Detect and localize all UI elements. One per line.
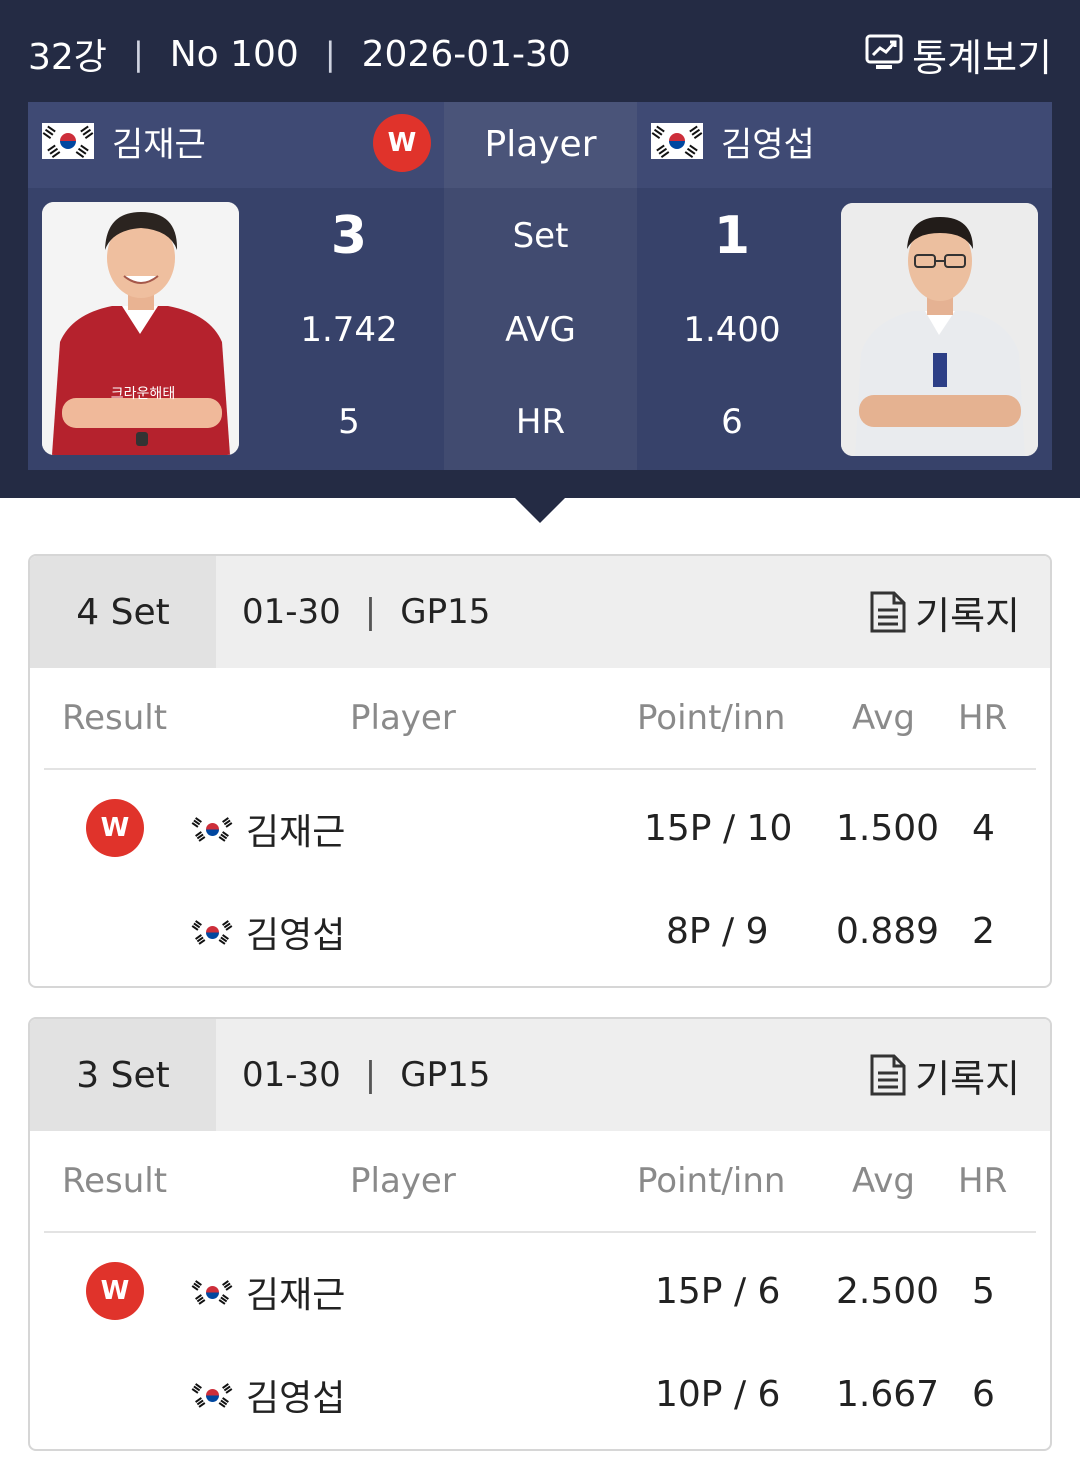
set-venue: GP15 <box>400 1055 491 1095</box>
set-card: 3 Set 01-30 | GP15 기록지 Result Player Poi… <box>28 1017 1052 1451</box>
player-name: 김영섭 <box>246 1378 346 1419</box>
player-cell: 김영섭 <box>194 881 345 983</box>
match-summary-panel: 32강 | No 100 | 2026-01-30 통계보기 김재근 W Pla… <box>0 0 1080 498</box>
points-column-header: Point/inn <box>637 698 786 738</box>
right-avg: 1.400 <box>683 310 781 350</box>
points-column-header: Point/inn <box>637 1161 786 1201</box>
view-stats-button[interactable]: 통계보기 <box>864 28 1052 80</box>
scoreboard: 김재근 W Player 김영섭 크라운해태 3 1.742 5 Set AVG… <box>28 102 1052 470</box>
high-run: 6 <box>972 1374 995 1415</box>
player-name: 김재근 <box>246 1275 346 1316</box>
player-cell: 김재근 <box>194 1241 345 1343</box>
average: 0.889 <box>836 911 940 952</box>
player-cell: 김재근 <box>194 778 345 880</box>
korea-flag-icon <box>651 123 703 159</box>
hr-row-label: HR <box>515 402 566 442</box>
left-avg: 1.742 <box>300 310 398 350</box>
winner-badge: W <box>86 1262 144 1320</box>
document-icon <box>870 1054 906 1096</box>
separator: | <box>364 592 377 632</box>
jersey-sponsor-text: 크라운해태 <box>111 386 175 402</box>
avg-column-header: Avg <box>852 1161 915 1201</box>
set-card-header: 3 Set 01-30 | GP15 기록지 <box>30 1019 1050 1131</box>
result-column-header: Result <box>62 698 168 738</box>
left-set-score: 3 <box>330 206 368 266</box>
hr-column-header: HR <box>958 1161 1008 1201</box>
player-column-header: Player <box>350 1161 456 1201</box>
table-row: 김영섭 10P / 6 1.667 6 <box>30 1344 1050 1446</box>
player-column-label: Player <box>484 124 597 165</box>
right-set-score: 1 <box>713 206 751 266</box>
table-row: W 김재근 15P / 6 2.500 5 <box>30 1241 1050 1343</box>
match-info-bar: 32강 | No 100 | 2026-01-30 통계보기 <box>28 28 1052 80</box>
high-run: 4 <box>972 808 995 849</box>
scoresheet-button[interactable]: 기록지 <box>869 556 1020 668</box>
left-hr: 5 <box>338 402 360 442</box>
result-column-header: Result <box>62 1161 168 1201</box>
winner-badge: W <box>373 114 431 172</box>
separator: | <box>132 35 144 73</box>
korea-flag-icon <box>194 1381 230 1409</box>
points-innings: 15P / 6 <box>655 1271 781 1312</box>
set-card: 4 Set 01-30 | GP15 기록지 Result Player Poi… <box>28 554 1052 988</box>
player-column-header: Player <box>350 698 456 738</box>
set-info: 01-30 | GP15 <box>242 556 490 668</box>
points-innings: 10P / 6 <box>655 1374 781 1415</box>
korea-flag-icon <box>42 123 94 159</box>
match-date: 2026-01-30 <box>361 33 571 75</box>
match-number: No 100 <box>169 33 299 75</box>
chart-line-icon <box>865 34 903 69</box>
average: 1.667 <box>836 1374 940 1415</box>
high-run: 2 <box>972 911 995 952</box>
player-name: 김재근 <box>246 812 346 853</box>
set-label: 3 Set <box>30 1019 216 1131</box>
korea-flag-icon <box>194 815 230 843</box>
table-row: W 김재근 15P / 10 1.500 4 <box>30 778 1050 880</box>
left-player-photo: 크라운해태 <box>42 202 239 455</box>
panel-pointer <box>514 497 566 523</box>
right-player-header: 김영섭 <box>651 102 815 180</box>
korea-flag-icon <box>194 1278 230 1306</box>
scoresheet-button[interactable]: 기록지 <box>869 1019 1020 1131</box>
right-player-name: 김영섭 <box>721 124 815 165</box>
average: 1.500 <box>836 808 940 849</box>
set-date: 01-30 <box>242 592 341 632</box>
avg-row-label: AVG <box>505 310 576 350</box>
document-icon <box>870 591 906 633</box>
table-row: 김영섭 8P / 9 0.889 2 <box>30 881 1050 983</box>
scoresheet-label: 기록지 <box>915 1056 1020 1101</box>
set-info: 01-30 | GP15 <box>242 1019 490 1131</box>
separator: | <box>364 1055 377 1095</box>
average: 2.500 <box>836 1271 940 1312</box>
high-run: 5 <box>972 1271 995 1312</box>
korea-flag-icon <box>194 918 230 946</box>
points-innings: 8P / 9 <box>666 911 769 952</box>
hr-column-header: HR <box>958 698 1008 738</box>
right-hr: 6 <box>721 402 743 442</box>
view-stats-label: 통계보기 <box>912 35 1052 80</box>
set-date: 01-30 <box>242 1055 341 1095</box>
avg-column-header: Avg <box>852 698 915 738</box>
separator: | <box>324 35 336 73</box>
set-row-label: Set <box>512 216 569 256</box>
set-label: 4 Set <box>30 556 216 668</box>
left-player-name: 김재근 <box>112 124 206 165</box>
set-card-header: 4 Set 01-30 | GP15 기록지 <box>30 556 1050 668</box>
round-label: 32강 <box>28 37 107 78</box>
scoresheet-label: 기록지 <box>915 593 1020 638</box>
right-player-photo <box>841 203 1038 456</box>
player-cell: 김영섭 <box>194 1344 345 1446</box>
points-innings: 15P / 10 <box>644 808 793 849</box>
table-header: Result Player Point/inn Avg HR <box>44 668 1036 770</box>
table-header: Result Player Point/inn Avg HR <box>44 1131 1036 1233</box>
player-name: 김영섭 <box>246 915 346 956</box>
winner-badge: W <box>86 799 144 857</box>
set-venue: GP15 <box>400 592 491 632</box>
left-player-header: 김재근 <box>42 102 206 180</box>
